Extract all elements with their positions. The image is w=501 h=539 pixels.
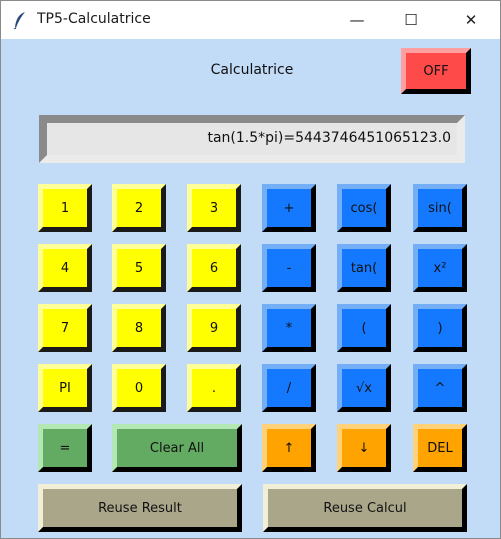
maximize-icon: ☐ (404, 11, 418, 29)
close-button[interactable]: ✕ (448, 5, 494, 35)
key-divide[interactable]: / (262, 364, 316, 412)
window-title: TP5-Calculatrice (37, 11, 151, 27)
off-button[interactable]: OFF (401, 48, 471, 94)
delete-button[interactable]: DEL (413, 424, 467, 472)
key-4[interactable]: 4 (38, 244, 92, 292)
key-pi[interactable]: PI (38, 364, 92, 412)
reuse-result-button[interactable]: Reuse Result (38, 484, 242, 532)
key-square[interactable]: x² (413, 244, 467, 292)
key-6[interactable]: 6 (187, 244, 241, 292)
key-0[interactable]: 0 (112, 364, 166, 412)
key-cos[interactable]: cos( (337, 184, 391, 232)
feather-icon (13, 12, 25, 29)
key-7[interactable]: 7 (38, 304, 92, 352)
key-left-paren[interactable]: ( (337, 304, 391, 352)
display-text: tan(1.5*pi)=5443746451065123.0 (207, 130, 451, 146)
key-sqrt[interactable]: √x (337, 364, 391, 412)
minimize-button[interactable]: — (334, 5, 380, 35)
key-sin[interactable]: sin( (413, 184, 467, 232)
key-1[interactable]: 1 (38, 184, 92, 232)
key-right-paren[interactable]: ) (413, 304, 467, 352)
key-2[interactable]: 2 (112, 184, 166, 232)
minimize-icon: — (349, 11, 365, 29)
key-minus[interactable]: - (262, 244, 316, 292)
key-8[interactable]: 8 (112, 304, 166, 352)
history-up-button[interactable]: ↑ (262, 424, 316, 472)
key-5[interactable]: 5 (112, 244, 166, 292)
key-power[interactable]: ^ (413, 364, 467, 412)
history-down-button[interactable]: ↓ (337, 424, 391, 472)
close-icon: ✕ (464, 11, 478, 29)
reuse-calcul-button[interactable]: Reuse Calcul (263, 484, 467, 532)
calculator-window: TP5-Calculatrice — ☐ ✕ Calculatrice OFF … (0, 0, 501, 539)
key-3[interactable]: 3 (187, 184, 241, 232)
key-9[interactable]: 9 (187, 304, 241, 352)
equals-button[interactable]: = (38, 424, 92, 472)
key-plus[interactable]: + (262, 184, 316, 232)
clear-all-button[interactable]: Clear All (112, 424, 242, 472)
app-heading: Calculatrice (210, 62, 294, 78)
key-dot[interactable]: . (187, 364, 241, 412)
maximize-button[interactable]: ☐ (388, 5, 434, 35)
key-times[interactable]: * (262, 304, 316, 352)
result-display: tan(1.5*pi)=5443746451065123.0 (39, 115, 465, 163)
key-tan[interactable]: tan( (337, 244, 391, 292)
title-bar[interactable]: TP5-Calculatrice — ☐ ✕ (1, 1, 500, 39)
